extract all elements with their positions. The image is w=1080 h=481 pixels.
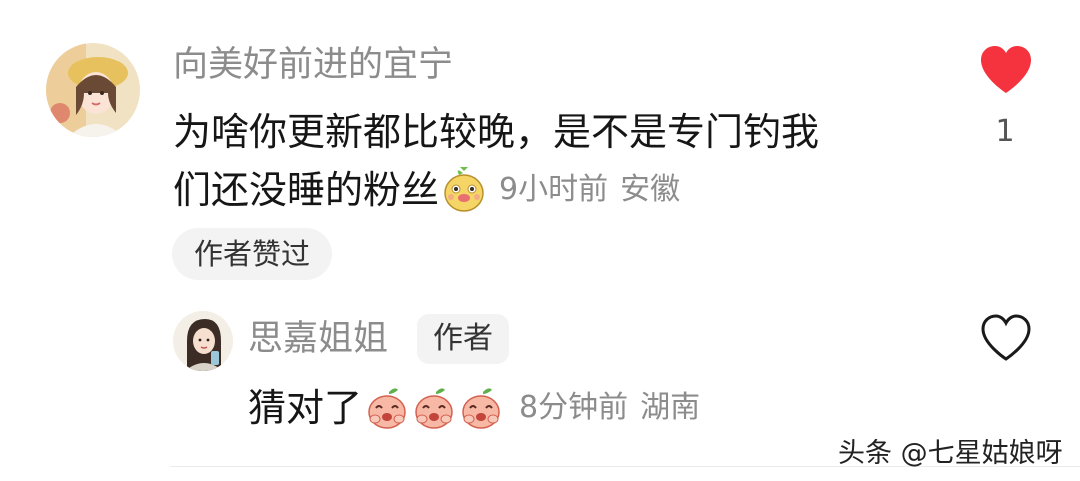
liked-by-author-badge: 作者赞过: [172, 228, 333, 280]
avatar[interactable]: [46, 43, 140, 137]
reply-content-row: 猜对了 8分钟前 湖南: [248, 380, 700, 436]
comment-location: 安徽: [620, 172, 681, 207]
peach-laughing-emoji-icon: [412, 386, 456, 430]
like-count: 1: [995, 114, 1015, 149]
watermark: 头条 @七星姑娘呀: [838, 438, 1063, 469]
reply-location: 湖南: [640, 390, 701, 425]
reply-username[interactable]: 思嘉姐姐: [248, 314, 388, 364]
comment-time: 9小时前: [499, 172, 609, 207]
reply-text: 猜对了: [248, 386, 363, 430]
comment-username[interactable]: 向美好前进的宜宁: [173, 40, 453, 90]
reply-time: 8分钟前: [519, 390, 629, 425]
smiling-potato-emoji-icon: [441, 167, 487, 213]
comment-text-line-1: 为啥你更新都比较晚，是不是专门钓我: [173, 110, 820, 154]
reply-avatar[interactable]: [173, 311, 233, 371]
heart-icon[interactable]: [979, 45, 1033, 95]
comment-text-line-2: 们还没睡的粉丝: [173, 168, 440, 212]
heart-outline-icon[interactable]: [979, 313, 1033, 363]
comment-text-line-2-row: 们还没睡的粉丝 9小时前 安徽: [173, 162, 933, 218]
peach-laughing-emoji-icon: [459, 386, 503, 430]
author-tag: 作者: [417, 314, 509, 364]
peach-laughing-emoji-icon: [365, 386, 409, 430]
